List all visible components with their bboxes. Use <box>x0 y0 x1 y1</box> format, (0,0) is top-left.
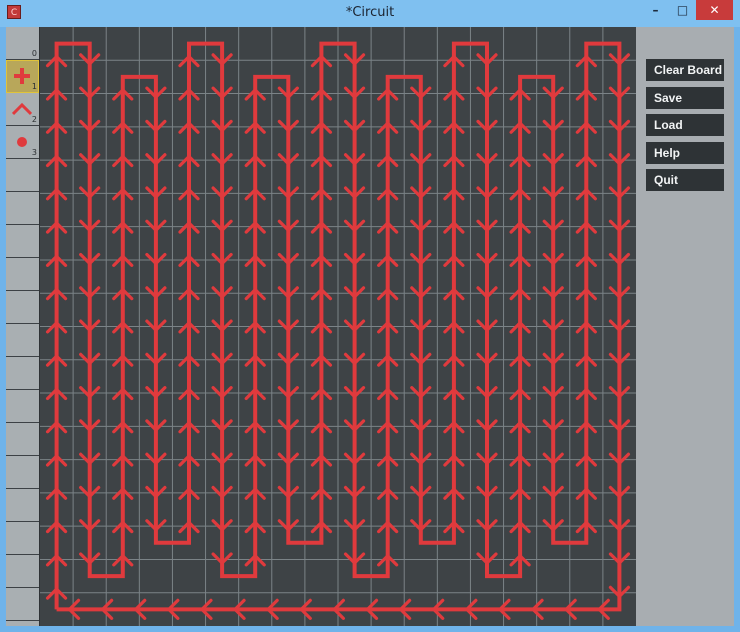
window-content: 0 1 2 3 Clear Board Save Load Help Quit <box>6 27 734 626</box>
tool-slot-empty[interactable] <box>6 588 39 621</box>
curve-icon <box>12 102 32 116</box>
maximize-button[interactable]: □ <box>669 0 696 20</box>
tool-slot-empty[interactable] <box>6 291 39 324</box>
tool-slot-empty[interactable] <box>6 192 39 225</box>
quit-button[interactable]: Quit <box>646 169 724 191</box>
tool-slot-empty[interactable] <box>6 225 39 258</box>
tool-slot-empty[interactable] <box>6 258 39 291</box>
tool-slot-empty[interactable] <box>6 489 39 522</box>
tool-number: 1 <box>31 82 37 91</box>
title-bar[interactable]: C *Circuit – □ ✕ <box>0 0 740 27</box>
tool-slot-3[interactable]: 3 <box>6 126 39 159</box>
window-title: *Circuit <box>345 5 395 20</box>
tool-slot-0[interactable]: 0 <box>6 27 39 60</box>
tool-slot-1[interactable]: 1 <box>6 60 39 93</box>
tool-slot-empty[interactable] <box>6 159 39 192</box>
tool-slot-empty[interactable] <box>6 390 39 423</box>
tool-slot-empty[interactable] <box>6 357 39 390</box>
tool-number: 0 <box>31 49 37 58</box>
tool-slot-empty[interactable] <box>6 456 39 489</box>
circuit-board-canvas[interactable] <box>40 27 636 626</box>
tool-slot-empty[interactable] <box>6 324 39 357</box>
save-button[interactable]: Save <box>646 86 724 109</box>
circuit-board[interactable] <box>40 27 636 626</box>
tool-slot-empty[interactable] <box>6 555 39 588</box>
cross-icon <box>14 68 30 84</box>
tool-slot-empty[interactable] <box>6 423 39 456</box>
load-button[interactable]: Load <box>646 114 724 136</box>
tool-slot-2[interactable]: 2 <box>6 93 39 126</box>
clear-board-button[interactable]: Clear Board <box>646 59 724 81</box>
tool-number: 3 <box>31 148 37 157</box>
dot-icon <box>17 137 27 147</box>
minimize-button[interactable]: – <box>642 0 669 20</box>
tool-number: 2 <box>31 115 37 124</box>
help-button[interactable]: Help <box>646 141 724 164</box>
tool-palette: 0 1 2 3 <box>6 27 40 626</box>
menu-panel: Clear Board Save Load Help Quit <box>636 27 734 626</box>
close-button[interactable]: ✕ <box>696 0 733 20</box>
tool-slot-empty[interactable] <box>6 522 39 555</box>
